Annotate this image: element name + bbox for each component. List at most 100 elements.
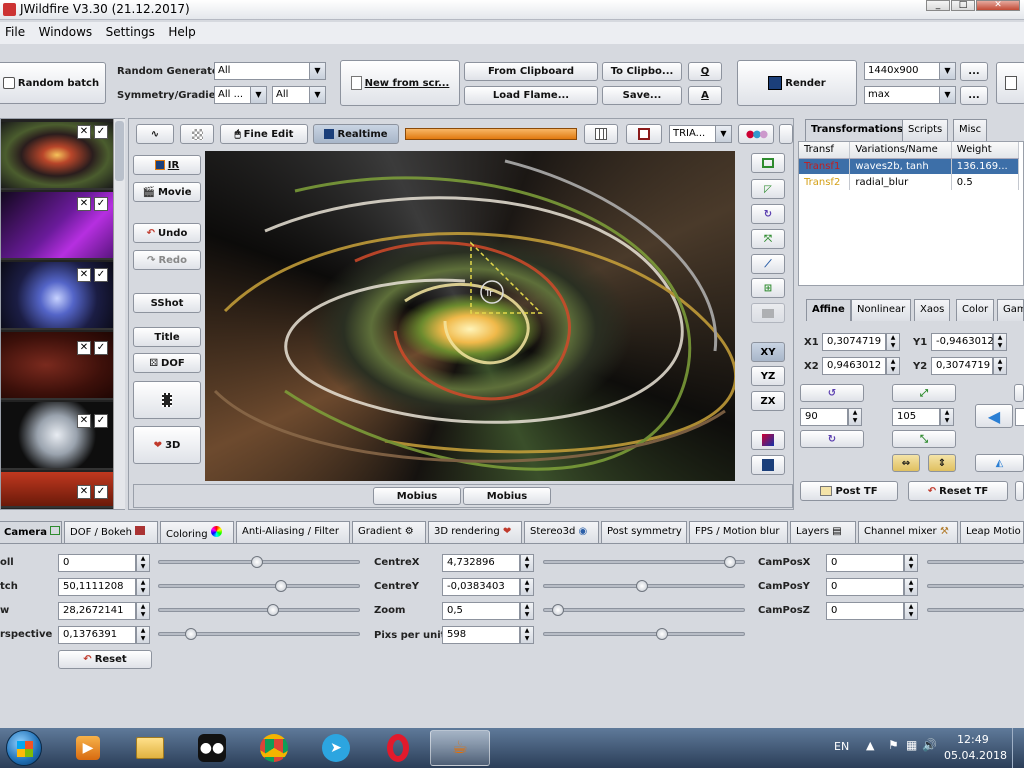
slider-knob[interactable] [267, 604, 279, 616]
perspective-spinner[interactable]: ▲ ▼ [136, 626, 150, 644]
tab-dof-bokeh[interactable]: DOF / Bokeh [64, 521, 158, 543]
gradient-select[interactable]: All ▼ [272, 86, 326, 104]
pixs-per-unit-spinner[interactable]: ▲ ▼ [520, 626, 534, 644]
table-row[interactable]: Transf1 waves2b, tanh 136.169... [799, 158, 1020, 174]
menu-windows[interactable]: Windows [34, 22, 98, 39]
quick-save-a-button[interactable]: A [688, 86, 722, 105]
rotate-angle-field[interactable]: 90 [800, 408, 848, 426]
grid-snap-icon[interactable]: ⊞ [751, 278, 785, 298]
tab-coloring[interactable]: Coloring [160, 521, 234, 543]
tab-channel-mixer[interactable]: Channel mixer ⚒ [858, 521, 958, 543]
transparency-button[interactable] [180, 124, 214, 144]
mobius-button-1[interactable]: Mobius [373, 487, 461, 505]
select-checkbox[interactable]: ✓ [94, 341, 108, 355]
tab-gradient[interactable]: Gradient ⚙ [352, 521, 426, 543]
triangle-tool-button[interactable]: ◭ [975, 454, 1024, 472]
render-button[interactable]: Render [737, 60, 857, 106]
centrey-field[interactable]: -0,0383403 [442, 578, 520, 596]
select-checkbox[interactable]: ✓ [94, 268, 108, 282]
camposz-spinner[interactable]: ▲ ▼ [904, 602, 918, 620]
save-button[interactable]: Save... [602, 86, 682, 105]
clock-date[interactable]: 05.04.2018 [944, 749, 1007, 762]
select-checkbox[interactable]: ✓ [94, 485, 108, 499]
tab-gamma[interactable]: Gam [997, 299, 1024, 321]
random-generator-select[interactable]: All ▼ [214, 62, 326, 80]
fractal-preview-canvas[interactable]: Tr [205, 151, 735, 481]
camposz-field[interactable]: 0 [826, 602, 904, 620]
triangle-select-icon[interactable]: ◸ [751, 179, 785, 199]
centrex-field[interactable]: 4,732896 [442, 554, 520, 572]
scale-down-button[interactable]: ⤡ [892, 430, 956, 448]
load-flame-button[interactable]: Load Flame... [464, 86, 598, 105]
tab-transformations[interactable]: Transformations [805, 119, 909, 141]
undo-button[interactable]: ↶ Undo [133, 223, 201, 243]
rotate-left-button[interactable]: ↺ [800, 384, 864, 402]
slider-knob[interactable] [251, 556, 263, 568]
partial-button-2[interactable] [1015, 481, 1024, 501]
more-button[interactable] [779, 124, 793, 144]
y1-field[interactable]: -0,9463012 [931, 333, 994, 351]
camposx-field[interactable]: 0 [826, 554, 904, 572]
ir-button[interactable]: IR [133, 155, 201, 175]
remove-icon[interactable]: ✕ [77, 125, 91, 139]
taskbar-java[interactable]: ☕ [430, 730, 490, 766]
partial-field[interactable] [1015, 408, 1024, 426]
symmetry-select[interactable]: All ... ▼ [214, 86, 267, 104]
fine-edit-button[interactable]: 🖱 Fine Edit [220, 124, 308, 144]
rotate-right-button[interactable]: ↻ [800, 430, 864, 448]
minimize-button[interactable]: _ [926, 0, 950, 11]
pitch-spinner[interactable]: ▲ ▼ [136, 578, 150, 596]
tray-expand-icon[interactable]: ▲ [866, 739, 874, 752]
to-clipboard-button[interactable]: To Clipbo... [602, 62, 682, 81]
pitch-field[interactable]: 50,1111208 [58, 578, 136, 596]
yaw-field[interactable]: 28,2672141 [58, 602, 136, 620]
action-center-icon[interactable]: ⚑ [888, 738, 899, 752]
roll-spinner[interactable]: ▲ ▼ [136, 554, 150, 572]
node-edit-icon[interactable]: ⟋ [751, 254, 785, 274]
y2-spinner[interactable]: ▲ ▼ [993, 357, 1007, 375]
roll-slider[interactable] [158, 556, 360, 568]
film-strip-button[interactable] [133, 381, 201, 419]
column-header-name[interactable]: Variations/Name [849, 142, 952, 159]
new-from-scratch-button[interactable]: New from scr... [340, 60, 460, 106]
triangle-mode-select[interactable]: TRIA... ▼ [669, 125, 732, 143]
select-checkbox[interactable]: ✓ [94, 197, 108, 211]
taskbar-opera[interactable] [368, 730, 428, 766]
color-dots-button[interactable]: ●●● [738, 124, 774, 144]
tab-stereo3d[interactable]: Stereo3d ◉ [524, 521, 599, 543]
roll-field[interactable]: 0 [58, 554, 136, 572]
column-header-transf[interactable]: Transf [799, 142, 851, 159]
redo-button[interactable]: ↷ Redo [133, 250, 201, 270]
tab-scripts[interactable]: Scripts [902, 119, 949, 141]
pitch-slider[interactable] [158, 580, 360, 592]
partial-button[interactable] [1014, 384, 1024, 402]
tab-affine[interactable]: Affine [806, 299, 851, 321]
tab-misc[interactable]: Misc [953, 119, 988, 141]
rotate-icon[interactable]: ↻ [751, 204, 785, 224]
tab-anti-aliasing[interactable]: Anti-Aliasing / Filter [236, 521, 350, 543]
slider-knob[interactable] [185, 628, 197, 640]
mobius-button-2[interactable]: Mobius [463, 487, 551, 505]
yaw-spinner[interactable]: ▲ ▼ [136, 602, 150, 620]
volume-icon[interactable]: 🔊 [922, 738, 937, 752]
remove-icon[interactable]: ✕ [77, 197, 91, 211]
move-left-button[interactable]: ◀ [975, 404, 1013, 428]
tab-color[interactable]: Color [956, 299, 995, 321]
flip-horizontal-button[interactable]: ⇔ [892, 454, 920, 472]
menu-settings[interactable]: Settings [101, 22, 160, 39]
zoom-field[interactable]: 0,5 [442, 602, 520, 620]
slider-knob[interactable] [656, 628, 668, 640]
remove-icon[interactable]: ✕ [77, 414, 91, 428]
film-frame-button[interactable] [626, 124, 662, 144]
scale-spinner[interactable]: ▲ ▼ [940, 408, 954, 426]
select-checkbox[interactable]: ✓ [94, 414, 108, 428]
yz-plane-button[interactable]: YZ [751, 366, 785, 386]
zoom-spinner[interactable]: ▲ ▼ [520, 602, 534, 620]
start-button[interactable] [6, 730, 42, 766]
curve-editor-button[interactable]: ∿ [136, 124, 174, 144]
reset-tf-button[interactable]: ↶ Reset TF [908, 481, 1008, 501]
scrollbar-thumb[interactable] [115, 121, 124, 181]
3d-button[interactable]: ❤ 3D [133, 426, 201, 464]
taskbar-messenger[interactable]: ●● [182, 730, 242, 766]
table-row[interactable]: Transf2 radial_blur 0.5 [799, 174, 1020, 190]
